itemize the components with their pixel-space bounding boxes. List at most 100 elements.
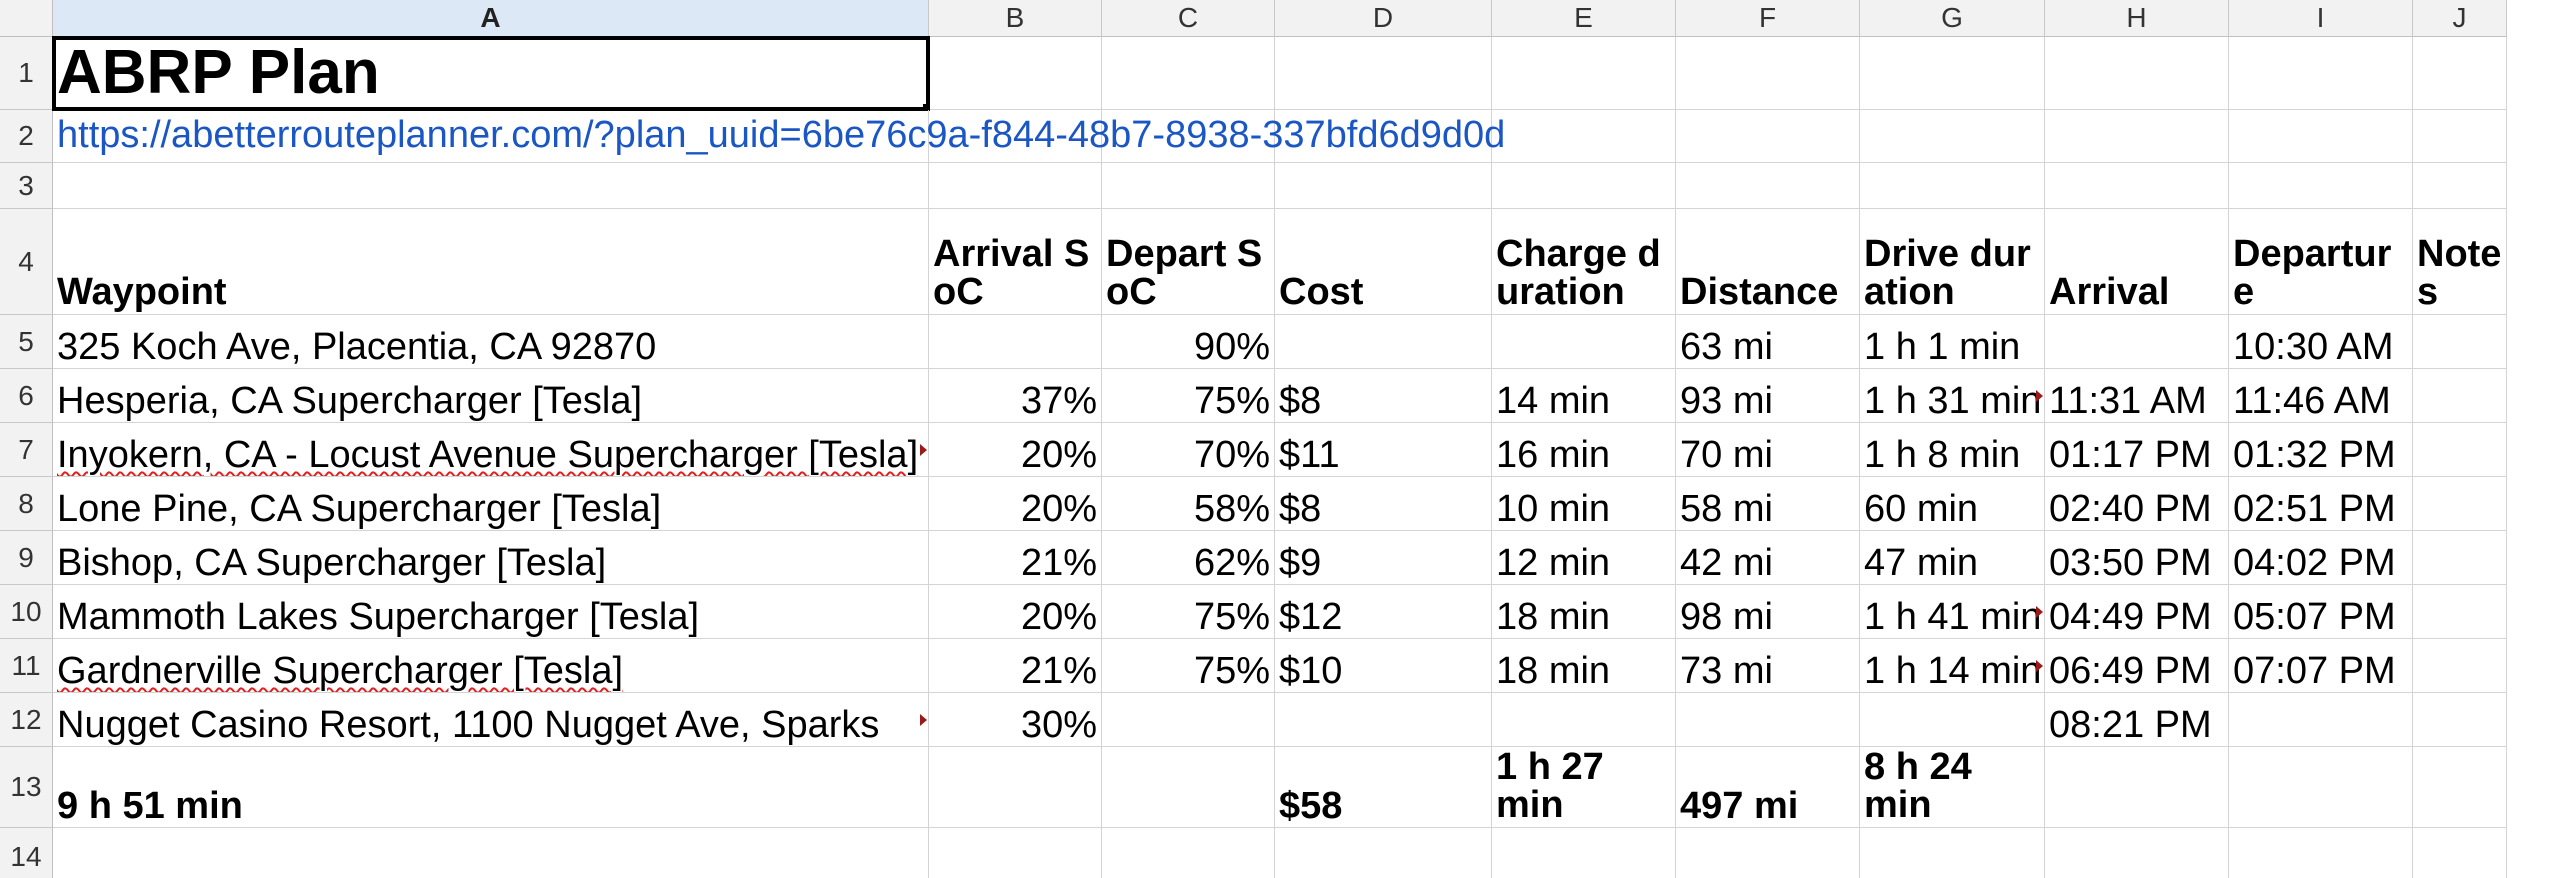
row-header-12[interactable]: 12	[0, 693, 53, 747]
cost-cell[interactable]	[1275, 693, 1492, 747]
empty-cell[interactable]	[1676, 828, 1860, 878]
empty-cell[interactable]	[1275, 163, 1492, 209]
empty-cell[interactable]	[1860, 37, 2045, 110]
empty-cell[interactable]	[929, 163, 1102, 209]
arrival-soc-cell[interactable]: 21%	[929, 531, 1102, 585]
select-all-corner[interactable]	[0, 0, 53, 37]
empty-cell[interactable]	[1860, 110, 2045, 163]
header-distance[interactable]: Distance	[1676, 209, 1860, 315]
notes-cell[interactable]	[2413, 531, 2507, 585]
waypoint-cell[interactable]: Nugget Casino Resort, 1100 Nugget Ave, S…	[53, 693, 929, 747]
empty-cell[interactable]	[1492, 37, 1676, 110]
row-header-2[interactable]: 2	[0, 110, 53, 163]
empty-cell[interactable]	[1492, 828, 1676, 878]
row-header-9[interactable]: 9	[0, 531, 53, 585]
header-charge-duration[interactable]: Charge duration	[1492, 209, 1676, 315]
cost-cell[interactable]: $11	[1275, 423, 1492, 477]
notes-cell[interactable]	[2413, 477, 2507, 531]
arrival-cell[interactable]: 11:31 AM	[2045, 369, 2229, 423]
notes-cell[interactable]	[2413, 315, 2507, 369]
depart-soc-cell[interactable]: 75%	[1102, 639, 1275, 693]
empty-cell[interactable]	[2229, 747, 2413, 828]
waypoint-cell[interactable]: Bishop, CA Supercharger [Tesla]	[53, 531, 929, 585]
empty-cell[interactable]	[2229, 37, 2413, 110]
depart-soc-cell[interactable]: 58%	[1102, 477, 1275, 531]
total-charge-cell[interactable]: 1 h 27 min	[1492, 747, 1676, 828]
row-header-1[interactable]: 1	[0, 37, 53, 110]
charge-duration-cell[interactable]: 18 min	[1492, 639, 1676, 693]
row-header-10[interactable]: 10	[0, 585, 53, 639]
distance-cell[interactable]: 42 mi	[1676, 531, 1860, 585]
column-header-c[interactable]: C	[1102, 0, 1275, 37]
column-header-e[interactable]: E	[1492, 0, 1676, 37]
depart-soc-cell[interactable]: 70%	[1102, 423, 1275, 477]
empty-cell[interactable]	[2413, 110, 2507, 163]
distance-cell[interactable]: 63 mi	[1676, 315, 1860, 369]
row-header-11[interactable]: 11	[0, 639, 53, 693]
row-header-4[interactable]: 4	[0, 209, 53, 315]
empty-cell[interactable]	[1102, 828, 1275, 878]
empty-cell[interactable]	[2229, 110, 2413, 163]
cost-cell[interactable]: $8	[1275, 477, 1492, 531]
column-header-g[interactable]: G	[1860, 0, 2045, 37]
empty-cell[interactable]	[1860, 163, 2045, 209]
cost-cell[interactable]: $9	[1275, 531, 1492, 585]
empty-cell[interactable]	[2413, 747, 2507, 828]
departure-cell[interactable]: 05:07 PM	[2229, 585, 2413, 639]
empty-cell[interactable]	[2045, 163, 2229, 209]
empty-cell[interactable]	[1492, 163, 1676, 209]
depart-soc-cell[interactable]	[1102, 693, 1275, 747]
empty-cell[interactable]	[53, 163, 929, 209]
drive-duration-cell[interactable]: 1 h 8 min	[1860, 423, 2045, 477]
empty-cell[interactable]	[2229, 163, 2413, 209]
charge-duration-cell[interactable]	[1492, 693, 1676, 747]
row-header-7[interactable]: 7	[0, 423, 53, 477]
empty-cell[interactable]	[2229, 828, 2413, 878]
distance-cell[interactable]: 58 mi	[1676, 477, 1860, 531]
departure-cell[interactable]: 10:30 AM	[2229, 315, 2413, 369]
notes-cell[interactable]	[2413, 585, 2507, 639]
empty-cell[interactable]	[929, 828, 1102, 878]
drive-duration-cell[interactable]: 1 h 31 min	[1860, 369, 2045, 423]
arrival-soc-cell[interactable]: 30%	[929, 693, 1102, 747]
header-notes[interactable]: Notes	[2413, 209, 2507, 315]
departure-cell[interactable]	[2229, 693, 2413, 747]
row-header-6[interactable]: 6	[0, 369, 53, 423]
waypoint-cell[interactable]: Mammoth Lakes Supercharger [Tesla]	[53, 585, 929, 639]
empty-cell[interactable]	[1676, 37, 1860, 110]
depart-soc-cell[interactable]: 75%	[1102, 585, 1275, 639]
row-header-3[interactable]: 3	[0, 163, 53, 209]
total-cost-cell[interactable]: $58	[1275, 747, 1492, 828]
empty-cell[interactable]	[2413, 828, 2507, 878]
arrival-cell[interactable]: 01:17 PM	[2045, 423, 2229, 477]
waypoint-cell[interactable]: Gardnerville Supercharger [Tesla]	[53, 639, 929, 693]
empty-cell[interactable]	[1860, 828, 2045, 878]
departure-cell[interactable]: 04:02 PM	[2229, 531, 2413, 585]
total-drive-cell[interactable]: 8 h 24 min	[1860, 747, 2045, 828]
distance-cell[interactable]	[1676, 693, 1860, 747]
notes-cell[interactable]	[2413, 639, 2507, 693]
distance-cell[interactable]: 70 mi	[1676, 423, 1860, 477]
arrival-soc-cell[interactable]: 20%	[929, 585, 1102, 639]
row-header-5[interactable]: 5	[0, 315, 53, 369]
cost-cell[interactable]: $8	[1275, 369, 1492, 423]
charge-duration-cell[interactable]: 16 min	[1492, 423, 1676, 477]
header-arrival[interactable]: Arrival	[2045, 209, 2229, 315]
row-header-14[interactable]: 14	[0, 828, 53, 878]
empty-cell[interactable]	[1275, 37, 1492, 110]
empty-cell[interactable]	[2045, 747, 2229, 828]
total-duration-cell[interactable]: 9 h 51 min	[53, 747, 929, 828]
arrival-cell[interactable]	[2045, 315, 2229, 369]
arrival-soc-cell[interactable]: 21%	[929, 639, 1102, 693]
waypoint-cell[interactable]: Lone Pine, CA Supercharger [Tesla]	[53, 477, 929, 531]
empty-cell[interactable]	[1676, 110, 1860, 163]
notes-cell[interactable]	[2413, 369, 2507, 423]
waypoint-cell[interactable]: 325 Koch Ave, Placentia, CA 92870	[53, 315, 929, 369]
departure-cell[interactable]: 02:51 PM	[2229, 477, 2413, 531]
row-header-13[interactable]: 13	[0, 747, 53, 828]
header-cost[interactable]: Cost	[1275, 209, 1492, 315]
drive-duration-cell[interactable]: 1 h 41 min	[1860, 585, 2045, 639]
column-header-f[interactable]: F	[1676, 0, 1860, 37]
empty-cell[interactable]	[2045, 37, 2229, 110]
column-header-a[interactable]: A	[53, 0, 929, 37]
